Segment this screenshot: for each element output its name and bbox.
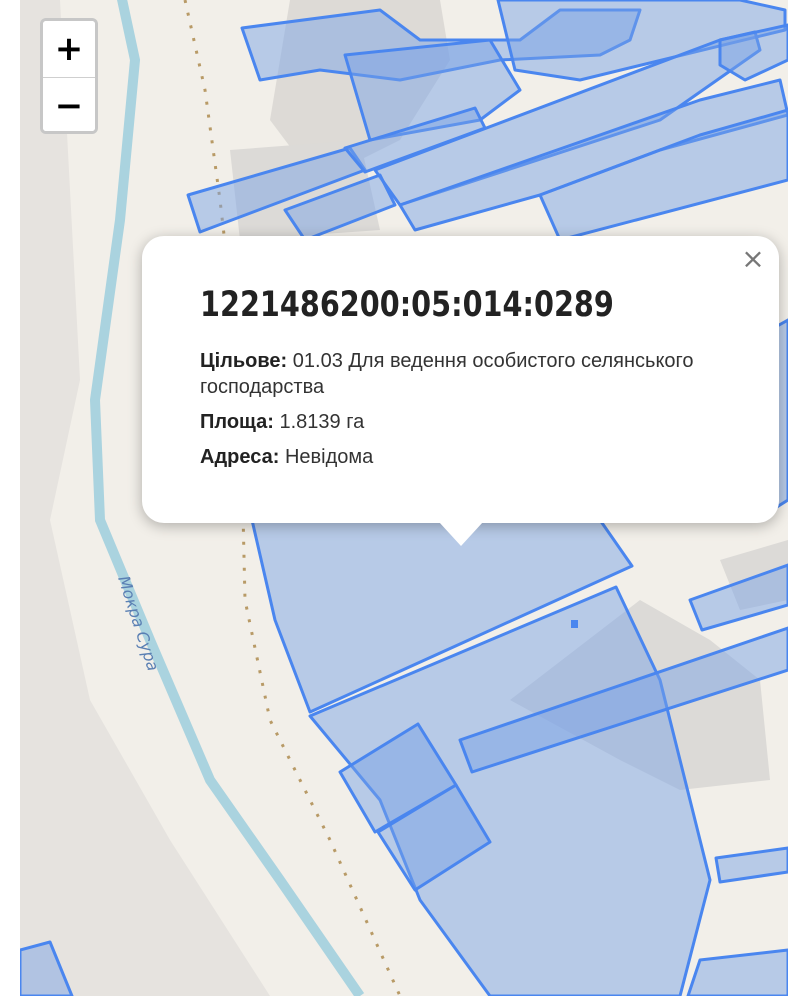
parcel-marker [571, 620, 578, 628]
parcel[interactable] [686, 948, 788, 996]
zoom-control: + − [40, 18, 98, 134]
area-value: 1.8139 га [279, 411, 365, 433]
map-canvas[interactable]: Мокра Сура + − × 1221486200:05:014:0289 … [20, 0, 788, 996]
zoom-out-button[interactable]: − [43, 77, 95, 131]
address-value: Невідома [284, 446, 374, 468]
area-label: Площа: [200, 411, 274, 433]
close-icon[interactable]: × [741, 245, 765, 273]
address-row: Адреса: Невідома [200, 444, 721, 470]
zoom-in-button[interactable]: + [43, 21, 95, 77]
popup-tip [439, 522, 483, 546]
purpose-label: Цільове: [200, 350, 288, 372]
purpose-row: Цільове: 01.03 Для ведення особистого се… [200, 348, 721, 400]
parcel[interactable] [714, 846, 788, 884]
address-label: Адреса: [200, 446, 280, 468]
parcel-info-popup: × 1221486200:05:014:0289 Цільове: 01.03 … [142, 236, 779, 546]
river-label: Мокра Сура [114, 573, 163, 673]
cadastral-number: 1221486200:05:014:0289 [200, 285, 614, 325]
area-row: Площа: 1.8139 га [200, 409, 721, 435]
